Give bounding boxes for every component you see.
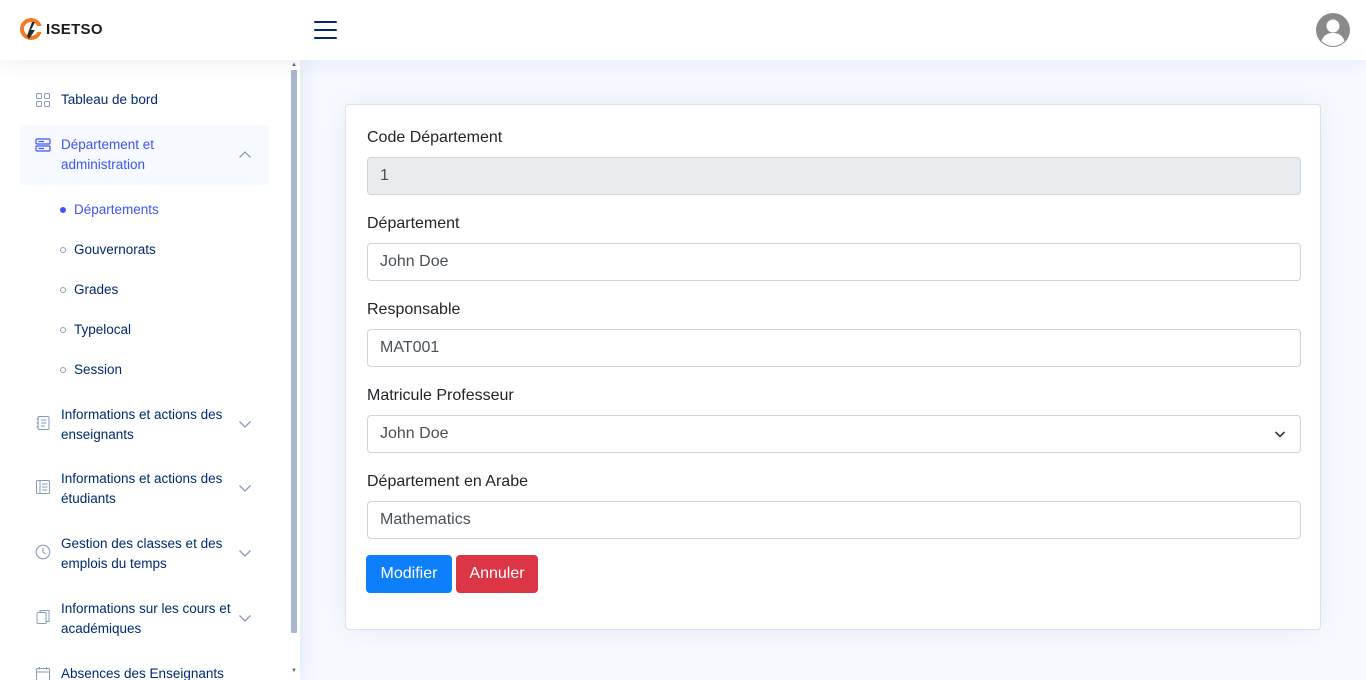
bullet-icon bbox=[60, 326, 66, 333]
sidebar-subitem-label: Session bbox=[74, 362, 123, 377]
sidebar-subitem-departements[interactable]: Départements bbox=[60, 202, 159, 217]
sidebar-item-label: Absences des Enseignants bbox=[61, 666, 224, 680]
sidebar-item-department[interactable]: Département et administration bbox=[20, 125, 269, 185]
journal-icon bbox=[36, 416, 50, 430]
bullet-icon bbox=[60, 366, 66, 373]
annuler-button[interactable]: Annuler bbox=[456, 555, 538, 593]
responsable-label: Responsable bbox=[367, 301, 461, 318]
sidebar-subitem-label: Typelocal bbox=[74, 322, 132, 337]
bullet-icon bbox=[60, 206, 66, 213]
chevron-down-icon bbox=[239, 485, 251, 492]
sidebar-subitem-label: Grades bbox=[74, 282, 119, 297]
calendar-icon bbox=[36, 667, 50, 680]
chevron-down-icon bbox=[1274, 431, 1286, 438]
logo-text: ISETSO bbox=[46, 20, 103, 38]
modifier-button[interactable]: Modifier bbox=[366, 555, 452, 593]
server-icon bbox=[35, 138, 51, 152]
sidebar-item-label: Tableau de bord bbox=[61, 92, 158, 107]
bullet-icon bbox=[60, 286, 66, 293]
scroll-up-icon[interactable]: ▲ bbox=[291, 62, 297, 68]
top-header: ISETSO bbox=[0, 0, 1366, 60]
matricule-select[interactable]: John Doe bbox=[367, 415, 1301, 453]
sidebar-item-label: Gestion des classes et des emplois du te… bbox=[61, 536, 223, 571]
menu-toggle-icon[interactable] bbox=[314, 19, 338, 41]
sidebar-item-courses[interactable]: Informations sur les cours et académique… bbox=[20, 599, 269, 639]
bullet-icon bbox=[60, 246, 66, 253]
grid-icon bbox=[36, 93, 50, 107]
sidebar-item-classes[interactable]: Gestion des classes et des emplois du te… bbox=[20, 534, 269, 574]
sidebar-item-label: Informations et actions des étudiants bbox=[61, 471, 223, 506]
sidebar-item-teachers[interactable]: Informations et actions des enseignants bbox=[20, 405, 269, 445]
responsable-input[interactable]: MAT001 bbox=[367, 329, 1301, 367]
department-form-card: Code Département 1 Département John Doe … bbox=[345, 104, 1321, 630]
sidebar-scrollbar[interactable]: ▲ ▼ bbox=[289, 60, 299, 680]
scrollbar-thumb[interactable] bbox=[291, 70, 297, 633]
sidebar-item-students[interactable]: Informations et actions des étudiants bbox=[20, 469, 269, 509]
sidebar-subitem-label: Gouvernorats bbox=[74, 242, 156, 257]
layout-text-icon bbox=[36, 480, 50, 494]
logo-icon bbox=[20, 18, 42, 40]
matricule-selected-value: John Doe bbox=[380, 425, 449, 442]
chevron-down-icon bbox=[239, 550, 251, 557]
sidebar-subitem-session[interactable]: Session bbox=[60, 362, 122, 377]
sidebar-item-dashboard[interactable]: Tableau de bord bbox=[20, 90, 269, 110]
sidebar-subitem-typelocal[interactable]: Typelocal bbox=[60, 322, 131, 337]
chevron-down-icon bbox=[239, 615, 251, 622]
code-input[interactable]: 1 bbox=[367, 157, 1301, 195]
sidebar-item-absences[interactable]: Absences des Enseignants bbox=[20, 664, 269, 680]
chevron-up-icon bbox=[239, 151, 251, 158]
sidebar-item-label: Département et administration bbox=[61, 137, 155, 172]
code-label: Code Département bbox=[367, 129, 503, 146]
sidebar-subitem-gouvernorats[interactable]: Gouvernorats bbox=[60, 242, 156, 257]
sidebar-item-label: Informations et actions des enseignants bbox=[61, 407, 223, 442]
copy-icon bbox=[36, 610, 50, 624]
arabe-input[interactable]: Mathematics bbox=[367, 501, 1301, 539]
arabe-label: Département en Arabe bbox=[367, 473, 528, 490]
sidebar-item-label: Informations sur les cours et académique… bbox=[61, 601, 231, 636]
matricule-label: Matricule Professeur bbox=[367, 387, 514, 404]
sidebar-subitem-label: Départements bbox=[74, 202, 159, 217]
chevron-down-icon bbox=[239, 421, 251, 428]
app-logo[interactable]: ISETSO bbox=[20, 17, 103, 41]
clock-icon bbox=[35, 544, 51, 560]
scroll-down-icon[interactable]: ▼ bbox=[291, 668, 297, 674]
sidebar-subitem-grades[interactable]: Grades bbox=[60, 282, 118, 297]
sidebar: Tableau de bord Département et administr… bbox=[0, 60, 300, 680]
user-avatar-icon[interactable] bbox=[1315, 12, 1351, 48]
department-input[interactable]: John Doe bbox=[367, 243, 1301, 281]
department-label: Département bbox=[367, 215, 460, 232]
